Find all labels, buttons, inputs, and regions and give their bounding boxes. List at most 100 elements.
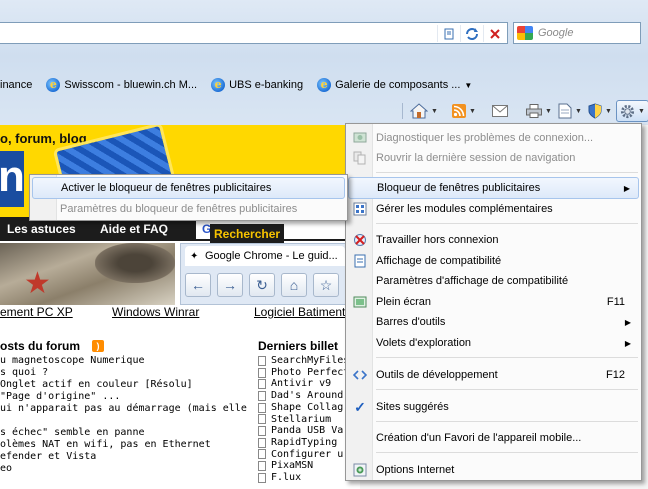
forum-post-link[interactable]: Onglet actif en couleur [Résolu]: [0, 379, 250, 391]
latest-post-label: Stellarium: [271, 413, 332, 425]
latest-posts-section: Derniers billet SearchMyFiles Photo Perf…: [258, 339, 358, 484]
link-pc-xp[interactable]: ement PC XP: [0, 305, 73, 319]
google-search-widget[interactable]: Google™ Rechercher: [196, 219, 356, 244]
chrome-tab-title: Google Chrome - Le guid...: [205, 250, 338, 262]
mail-button[interactable]: [492, 100, 508, 122]
menu-item-developer-tools[interactable]: Outils de développement F12: [348, 364, 639, 386]
link-logiciel-batiment[interactable]: Logiciel Batiment: [254, 305, 345, 319]
reload-icon: ↻: [249, 273, 275, 297]
latest-post-link[interactable]: SearchMyFiles: [258, 355, 358, 367]
forum-post-link[interactable]: ui n'apparait pas au démarrage (mais ell…: [0, 403, 250, 415]
latest-post-label: Antivir v9: [271, 378, 332, 390]
latest-post-link[interactable]: Stellarium: [258, 414, 358, 426]
menu-item-suggested-sites[interactable]: ✓ Sites suggérés: [348, 396, 639, 418]
link-windows-winrar[interactable]: Windows Winrar: [112, 305, 199, 319]
latest-post-link[interactable]: Panda USB Va: [258, 425, 358, 437]
forum-post-link[interactable]: s quoi ?: [0, 367, 250, 379]
menu-item-work-offline[interactable]: Travailler hors connexion: [348, 229, 639, 251]
menu-item-compatibility-view[interactable]: Affichage de compatibilité: [348, 250, 639, 272]
forum-post-link[interactable]: s échec" semble en panne: [0, 427, 250, 439]
latest-post-link[interactable]: F.lux: [258, 472, 358, 484]
page-icon: [558, 103, 572, 119]
latest-post-link[interactable]: Photo Perfect: [258, 367, 358, 379]
separator: [402, 103, 403, 119]
shield-icon: [588, 103, 602, 119]
menu-item-explorer-bars[interactable]: Volets d'exploration ▶: [348, 332, 639, 354]
forum-post-link[interactable]: eo: [0, 463, 250, 475]
search-placeholder: Google: [538, 27, 574, 39]
page-button[interactable]: ▼: [558, 100, 582, 122]
nav-link-astuces[interactable]: Les astuces: [7, 222, 76, 236]
latest-post-label: F.lux: [271, 472, 302, 484]
favorite-item[interactable]: e Galerie de composants ... ▼: [317, 78, 472, 92]
favorite-item[interactable]: e Swisscom - bluewin.ch M...: [46, 78, 197, 92]
latest-post-link[interactable]: Antivir v9: [258, 378, 358, 390]
checkmark-icon: ✓: [354, 398, 366, 415]
forward-arrow-icon: →: [217, 273, 243, 297]
nav-link-aide[interactable]: Aide et FAQ: [100, 222, 168, 236]
latest-post-link[interactable]: PixaMSN: [258, 460, 358, 472]
stop-icon[interactable]: [483, 25, 505, 42]
refresh-icon[interactable]: [460, 25, 482, 42]
search-box[interactable]: Google: [513, 22, 641, 44]
chevron-down-icon: ▼: [469, 107, 476, 115]
home-button[interactable]: ▼: [410, 100, 438, 122]
menu-item-label: Affichage de compatibilité: [376, 255, 502, 267]
forum-post-link[interactable]: "Page d'origine" ...: [0, 391, 250, 403]
menu-item-compatibility-settings[interactable]: Paramètres d'affichage de compatibilité: [348, 270, 639, 292]
internet-options-icon: [352, 462, 368, 478]
chrome-screenshot-thumbnail[interactable]: ✦ Google Chrome - Le guid... ← → ↻ ⌂ ☆: [180, 243, 348, 305]
favorite-item[interactable]: e UBS e-banking: [211, 78, 303, 92]
menu-separator: [376, 172, 638, 173]
latest-post-label: Shape Collag: [271, 401, 344, 413]
menu-item-shortcut: F11: [606, 296, 625, 308]
chevron-down-icon: ▼: [464, 80, 473, 90]
menu-item-toolbars[interactable]: Barres d'outils ▶: [348, 311, 639, 333]
rechercher-button[interactable]: Rechercher: [210, 224, 285, 244]
tools-button[interactable]: ▼: [616, 100, 648, 122]
developer-tools-icon: [352, 367, 368, 383]
forum-post-link[interactable]: efender et Vista: [0, 451, 250, 463]
latest-posts-title: Derniers billet: [258, 339, 339, 353]
chevron-down-icon: ▼: [575, 107, 582, 115]
menu-item-reopen-session[interactable]: Rouvrir la dernière session de navigatio…: [348, 147, 639, 169]
menu-separator: [376, 389, 638, 390]
favorite-item[interactable]: inance: [0, 79, 32, 91]
latest-post-link[interactable]: Shape Collag: [258, 402, 358, 414]
latest-post-link[interactable]: Dad's Around: [258, 390, 358, 402]
forum-post-link[interactable]: u magnetoscope Numerique: [0, 355, 250, 367]
diagnose-icon: [352, 130, 368, 146]
feeds-button[interactable]: ▼: [452, 100, 476, 122]
menu-item-enable-popup-blocker[interactable]: Activer le bloqueur de fenêtres publicit…: [32, 177, 345, 199]
menu-item-popup-blocker[interactable]: Bloqueur de fenêtres publicitaires ▶: [348, 177, 639, 199]
menu-item-label: Outils de développement: [376, 369, 498, 381]
ie-page-icon: e: [211, 78, 226, 92]
rss-icon[interactable]: ): [92, 340, 104, 352]
address-bar[interactable]: [0, 22, 508, 44]
menu-item-mobile-favorite[interactable]: Création d'un Favori de l'appareil mobil…: [348, 427, 639, 449]
print-icon: [526, 104, 542, 118]
menu-item-manage-addons[interactable]: Gérer les modules complémentaires: [348, 198, 639, 220]
menu-item-popup-blocker-settings[interactable]: Paramètres du bloqueur de fenêtres publi…: [32, 198, 345, 220]
latest-post-label: SearchMyFiles: [271, 355, 350, 366]
latest-post-link[interactable]: Configurer u: [258, 449, 358, 461]
compatibility-view-icon[interactable]: [437, 25, 459, 42]
forum-post-link[interactable]: [0, 415, 250, 427]
favorite-label: Swisscom - bluewin.ch M...: [64, 79, 198, 91]
menu-item-label: Volets d'exploration: [376, 337, 472, 349]
home-icon: [410, 103, 428, 119]
safety-button[interactable]: ▼: [588, 100, 612, 122]
menu-separator: [376, 223, 638, 224]
forum-post-link[interactable]: olèmes NAT en wifi, pas en Ethernet: [0, 439, 250, 451]
print-button[interactable]: ▼: [526, 100, 552, 122]
menu-item-full-screen[interactable]: Plein écran F11: [348, 291, 639, 313]
latest-post-link[interactable]: RapidTyping: [258, 437, 358, 449]
menu-item-diagnose[interactable]: Diagnostiquer les problèmes de connexion…: [348, 127, 639, 149]
ie-page-icon: e: [46, 78, 61, 92]
chrome-tab: ✦ Google Chrome - Le guid...: [185, 246, 345, 266]
gear-icon: [620, 104, 635, 118]
forum-posts-title-text: osts du forum: [0, 339, 80, 353]
aquarium-photo: ★: [0, 243, 175, 305]
menu-separator: [376, 452, 638, 453]
menu-item-internet-options[interactable]: Options Internet: [348, 459, 639, 481]
